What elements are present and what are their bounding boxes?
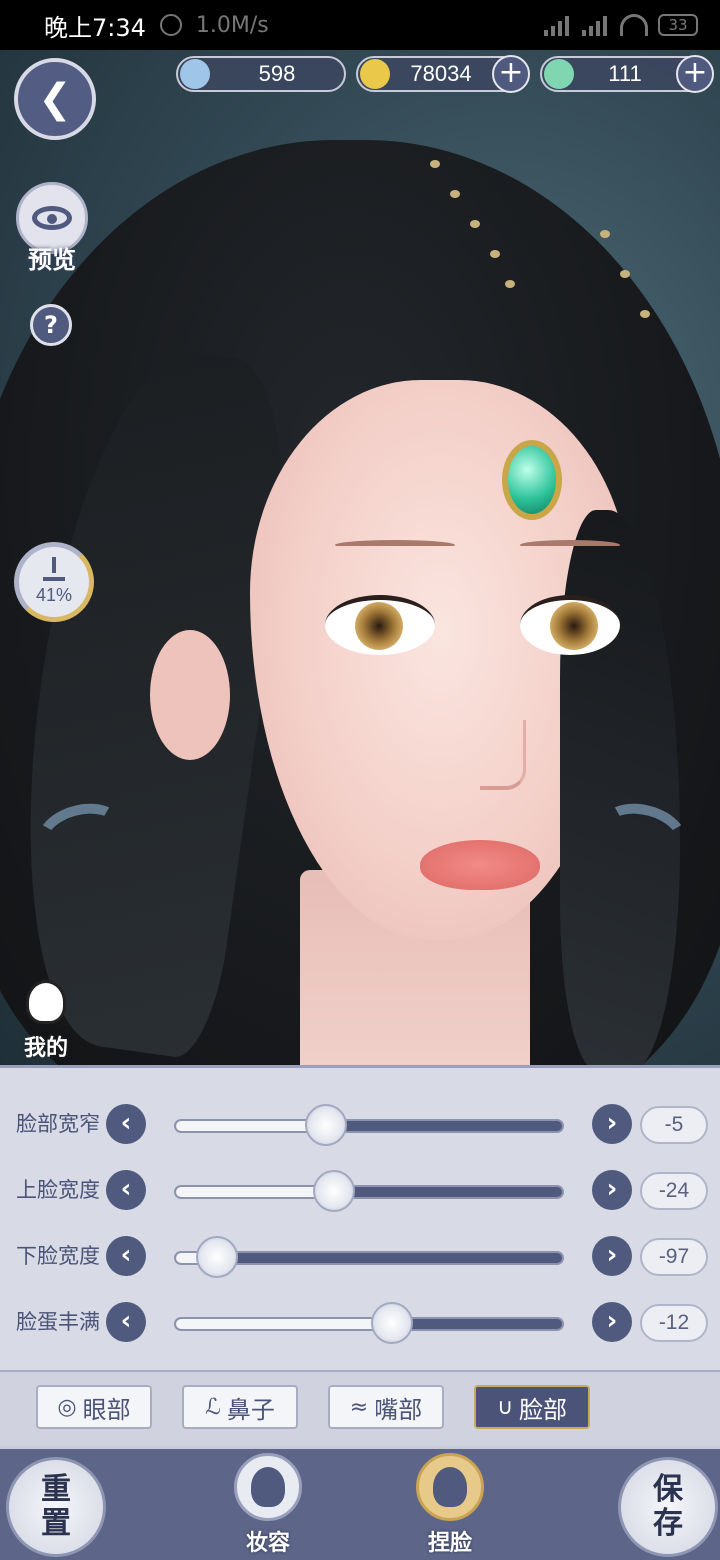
alarm-icon xyxy=(159,14,182,36)
makeup-portrait-icon xyxy=(234,1453,302,1521)
tab-label: 嘴部 xyxy=(374,1395,423,1424)
feature-tabs: ◎ 眼部 ℒ 鼻子 ≈ 嘴部 ∪ 脸部 xyxy=(0,1370,720,1446)
add-dragon-button[interactable]: + xyxy=(676,55,714,93)
my-presets-label: 我的 xyxy=(23,1036,68,1061)
hair-ornament xyxy=(620,270,630,278)
slider-knob[interactable] xyxy=(312,1170,355,1212)
tab-label: 眼部 xyxy=(82,1395,131,1424)
dragon-icon xyxy=(544,59,574,89)
hair-ornament xyxy=(505,280,515,288)
status-time: 晚上7:34 xyxy=(44,13,146,42)
tab-nose[interactable]: ℒ 鼻子 xyxy=(182,1385,298,1429)
help-button[interactable]: ? xyxy=(30,304,72,346)
slider-row: 脸蛋丰满 ‹ › -12 xyxy=(0,1288,720,1354)
download-icon xyxy=(43,556,65,581)
hair-ornament xyxy=(450,190,460,198)
currency-jade: 598 xyxy=(176,56,346,92)
hair-ornament xyxy=(640,310,650,318)
nose xyxy=(480,720,526,790)
increase-button[interactable]: › xyxy=(592,1302,632,1342)
tab-eyes[interactable]: ◎ 眼部 xyxy=(36,1385,152,1429)
signal-icon xyxy=(544,14,572,36)
increase-button[interactable]: › xyxy=(592,1104,632,1144)
save-button[interactable]: 保 存 xyxy=(618,1457,718,1557)
hair-ornament xyxy=(470,220,480,228)
coin-icon xyxy=(360,59,390,89)
tab-face[interactable]: ∪ 脸部 xyxy=(474,1385,590,1429)
download-button[interactable]: 41% xyxy=(14,542,94,622)
mouth-icon: ≈ xyxy=(349,1394,369,1420)
currency-dragon: 111 + xyxy=(540,55,714,93)
decrease-button[interactable]: ‹ xyxy=(106,1236,146,1276)
screen: 晚上7:34 1.0M/s 33 598 78034 + 111 + ❮ 预览 … xyxy=(0,0,720,1560)
tab-label: 鼻子 xyxy=(226,1395,275,1424)
status-bar: 晚上7:34 1.0M/s 33 xyxy=(0,0,720,50)
decrease-button[interactable]: ‹ xyxy=(106,1302,146,1342)
signal-icon-2 xyxy=(582,14,610,36)
ear xyxy=(150,630,230,760)
right-eyebrow xyxy=(520,540,620,550)
slider-value[interactable]: -24 xyxy=(640,1172,708,1210)
hair-ornament xyxy=(600,230,610,238)
nav-makeup[interactable]: 妆容 xyxy=(228,1453,308,1560)
decrease-button[interactable]: ‹ xyxy=(106,1170,146,1210)
slider-label: 上脸宽度 xyxy=(16,1178,100,1202)
add-coin-button[interactable]: + xyxy=(492,55,530,93)
eye-icon: ◎ xyxy=(57,1394,77,1420)
bottom-nav: 重 置 妆容 捏脸 保 存 xyxy=(0,1446,720,1560)
nav-face-sculpt-label: 捏脸 xyxy=(427,1531,472,1556)
wifi-icon xyxy=(620,14,648,36)
face-sculpt-portrait-icon xyxy=(416,1453,484,1521)
avatar-icon xyxy=(26,980,66,1024)
currency-jade-value: 598 xyxy=(258,61,296,86)
slider-row: 上脸宽度 ‹ › -24 xyxy=(0,1156,720,1222)
currency-coin: 78034 + xyxy=(356,55,530,93)
jade-icon xyxy=(180,59,210,89)
hair-ornament xyxy=(430,160,440,168)
slider-row: 下脸宽度 ‹ › -97 xyxy=(0,1222,720,1288)
slider-fill xyxy=(176,1319,393,1329)
slider-fill xyxy=(176,1187,335,1197)
slider-label: 脸部宽窄 xyxy=(16,1112,100,1136)
slider-knob[interactable] xyxy=(305,1104,348,1146)
eye-icon xyxy=(32,206,72,230)
forehead-gem xyxy=(502,440,562,520)
slider-panel: 脸部宽窄 ‹ › -5 上脸宽度 ‹ › -24 下脸宽度 ‹ › -97 脸蛋… xyxy=(0,1065,720,1370)
slider-row: 脸部宽窄 ‹ › -5 xyxy=(0,1090,720,1156)
slider-knob[interactable] xyxy=(195,1236,238,1278)
back-button[interactable]: ❮ xyxy=(14,58,96,140)
status-icons: 33 xyxy=(544,14,698,36)
slider-knob[interactable] xyxy=(371,1302,414,1344)
left-eyebrow xyxy=(335,540,455,550)
nav-makeup-label: 妆容 xyxy=(245,1531,290,1556)
slider-track[interactable] xyxy=(174,1185,564,1199)
left-eye xyxy=(325,595,435,655)
nose-icon: ℒ xyxy=(205,1394,221,1420)
character-viewport[interactable] xyxy=(0,50,720,1065)
slider-label: 脸蛋丰满 xyxy=(16,1310,100,1334)
reset-button[interactable]: 重 置 xyxy=(6,1457,106,1557)
slider-track[interactable] xyxy=(174,1317,564,1331)
face-icon: ∪ xyxy=(496,1394,514,1420)
battery-icon: 33 xyxy=(658,14,698,36)
hair-ornament xyxy=(490,250,500,258)
preview-label: 预览 xyxy=(28,246,76,274)
right-eye xyxy=(520,595,620,655)
slider-value[interactable]: -12 xyxy=(640,1304,708,1342)
decrease-button[interactable]: ‹ xyxy=(106,1104,146,1144)
network-speed: 1.0M/s xyxy=(195,12,269,38)
increase-button[interactable]: › xyxy=(592,1236,632,1276)
slider-label: 下脸宽度 xyxy=(16,1244,100,1268)
increase-button[interactable]: › xyxy=(592,1170,632,1210)
butterfly-back-icon: ❮ xyxy=(38,76,72,122)
nav-face-sculpt[interactable]: 捏脸 xyxy=(410,1453,490,1560)
slider-value[interactable]: -97 xyxy=(640,1238,708,1276)
slider-track[interactable] xyxy=(174,1119,564,1133)
slider-fill xyxy=(176,1121,327,1131)
lips xyxy=(420,840,540,890)
tab-mouth[interactable]: ≈ 嘴部 xyxy=(328,1385,444,1429)
tab-label: 脸部 xyxy=(519,1395,568,1424)
slider-value[interactable]: -5 xyxy=(640,1106,708,1144)
download-percent: 41% xyxy=(35,584,73,605)
